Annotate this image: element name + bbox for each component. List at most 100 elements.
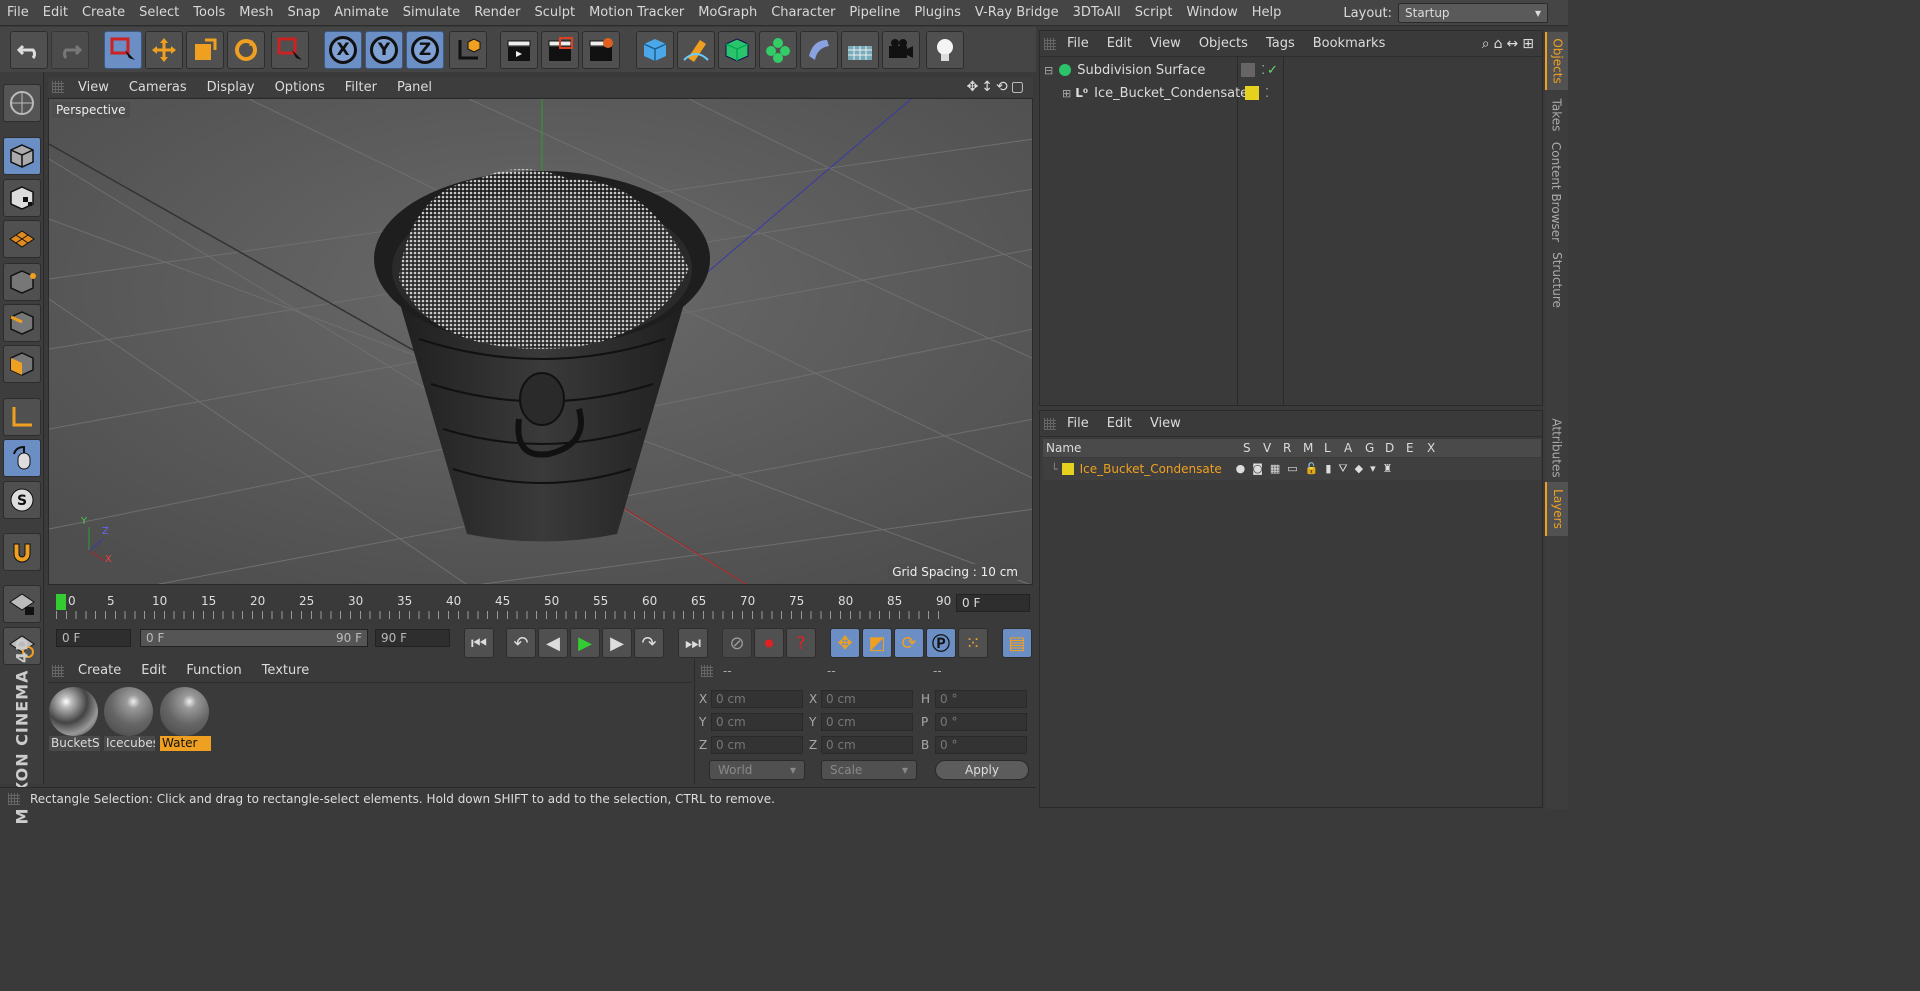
size-z-field[interactable]: 0 cm [821,736,913,754]
max-time-field[interactable]: 90 F [375,629,450,647]
panel-grip-icon[interactable] [8,793,20,805]
add-light-button[interactable] [926,31,964,69]
viewport-menu-filter[interactable]: Filter [335,80,387,95]
timeline-track[interactable]: 0 5 10 15 20 25 30 35 40 45 50 55 60 65 … [56,594,951,619]
enabled-check-icon[interactable]: ✓ [1267,63,1278,78]
make-editable-button[interactable] [3,84,41,122]
key-position-button[interactable]: ✥ [830,628,860,658]
material-menu-edit[interactable]: Edit [131,663,176,678]
goto-start-button[interactable]: ⏮ [464,628,494,658]
menu-help[interactable]: Help [1245,5,1289,20]
collapse-icon[interactable]: ⊟ [1044,64,1053,77]
playhead[interactable] [56,594,66,610]
points-mode-button[interactable] [3,263,41,301]
visibility-dots-icon[interactable]: ⁚ [1261,63,1265,77]
menu-motion-tracker[interactable]: Motion Tracker [582,5,691,20]
edges-mode-button[interactable] [3,304,41,342]
move-tool-button[interactable] [145,31,183,69]
keyframe-selection-button[interactable]: ? [786,628,816,658]
add-camera-button[interactable] [882,31,920,69]
menu-mesh[interactable]: Mesh [232,5,280,20]
viewport-menu-view[interactable]: View [68,80,119,95]
position-x-field[interactable]: 0 cm [711,690,803,708]
panel-grip-icon[interactable] [1044,38,1056,50]
prev-frame-button[interactable]: ◀ [538,628,568,658]
position-y-field[interactable]: 0 cm [711,713,803,731]
render-region-button[interactable] [541,31,579,69]
viewport-menu-options[interactable]: Options [265,80,335,95]
layer-menu-view[interactable]: View [1141,416,1190,431]
object-menu-objects[interactable]: Objects [1190,36,1257,51]
rectangle-selection-button[interactable] [104,31,142,69]
timeline-window-button[interactable]: ▤ [1002,628,1032,658]
menu-mograph[interactable]: MoGraph [691,5,764,20]
goto-end-button[interactable]: ⏭ [678,628,708,658]
size-x-field[interactable]: 0 cm [821,690,913,708]
play-button[interactable]: ▶ [570,628,600,658]
layer-row[interactable]: └ Ice_Bucket_Condensate ●◙▦▭🔓▮⛛◆▾♜ [1043,458,1541,480]
tweak-mode-button[interactable] [3,439,41,477]
add-cloner-button[interactable] [759,31,797,69]
rotation-p-field[interactable]: 0 ° [935,713,1027,731]
solo-mode-button[interactable]: S [3,481,41,519]
size-y-field[interactable]: 0 cm [821,713,913,731]
live-selection-button[interactable] [271,31,309,69]
autokey-button[interactable]: ⏺ [754,628,784,658]
coordinate-system-button[interactable] [449,31,487,69]
material-menu-function[interactable]: Function [176,663,251,678]
material-swatch[interactable]: Water [160,687,211,751]
tab-structure[interactable]: Structure [1545,248,1568,312]
layer-menu-edit[interactable]: Edit [1098,416,1141,431]
menu-3dtoall[interactable]: 3DToAll [1066,5,1128,20]
object-row-ice-bucket[interactable]: ⊞ L⁰ Ice_Bucket_Condensate ⁚ [1040,82,1542,104]
prev-key-button[interactable]: ↶ [506,628,536,658]
object-menu-view[interactable]: View [1141,36,1190,51]
snap-button[interactable] [3,533,41,571]
next-key-button[interactable]: ↷ [634,628,664,658]
rotation-b-field[interactable]: 0 ° [935,736,1027,754]
current-frame-field[interactable]: 0 F [956,594,1030,612]
model-mode-button[interactable] [3,137,41,175]
z-axis-lock-button[interactable]: Z [406,31,444,69]
add-spline-pen-button[interactable] [677,31,715,69]
add-subdivision-button[interactable] [718,31,756,69]
material-menu-create[interactable]: Create [68,663,131,678]
menu-edit[interactable]: Edit [36,5,75,20]
layout-dropdown[interactable]: Startup ▾ [1398,3,1548,23]
tab-content-browser[interactable]: Content Browser [1545,140,1568,244]
layer-color-swatch[interactable] [1241,63,1256,77]
menu-file[interactable]: File [0,5,36,20]
menu-create[interactable]: Create [75,5,132,20]
position-z-field[interactable]: 0 cm [711,736,803,754]
key-rotation-button[interactable]: ⟳ [894,628,924,658]
polygons-mode-button[interactable] [3,345,41,383]
menu-snap[interactable]: Snap [281,5,328,20]
object-nav-icons[interactable]: ⌕⌂↔⊞ [1482,36,1542,52]
timeline-ruler[interactable]: 0 5 10 15 20 25 30 35 40 45 50 55 60 65 … [48,588,1033,619]
render-view-button[interactable] [500,31,538,69]
add-deformer-button[interactable] [800,31,838,69]
next-frame-button[interactable]: ▶ [602,628,632,658]
menu-render[interactable]: Render [467,5,527,20]
menu-plugins[interactable]: Plugins [907,5,968,20]
material-swatch[interactable]: Icecubes [104,687,155,751]
rotate-tool-button[interactable] [227,31,265,69]
menu-window[interactable]: Window [1179,5,1244,20]
object-row-subdivision[interactable]: ⊟ Subdivision Surface ⁚ ✓ [1040,59,1542,81]
tab-takes[interactable]: Takes [1545,92,1568,138]
workplane-lock-button[interactable] [3,585,41,623]
axis-mode-button[interactable] [3,398,41,436]
tab-attributes[interactable]: Attributes [1545,412,1568,484]
menu-character[interactable]: Character [764,5,842,20]
undo-button[interactable] [10,31,48,69]
add-cube-button[interactable] [636,31,674,69]
workplane-mode-button[interactable] [3,220,41,258]
layer-menu-file[interactable]: File [1058,416,1098,431]
menu-vray-bridge[interactable]: V-Ray Bridge [968,5,1066,20]
key-scale-button[interactable]: ◩ [862,628,892,658]
min-time-field[interactable]: 0 F [56,629,131,647]
apply-button[interactable]: Apply [935,760,1029,780]
layer-toggle-icons[interactable]: ●◙▦▭🔓▮⛛◆▾♜ [1236,462,1400,476]
layer-color-swatch[interactable] [1061,463,1074,475]
key-parameter-button[interactable]: Ⓟ [926,628,956,658]
